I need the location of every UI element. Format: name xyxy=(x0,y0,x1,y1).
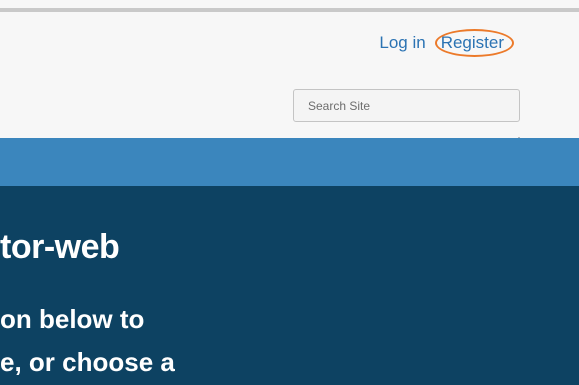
search-input[interactable] xyxy=(293,89,520,122)
hero-banner: tor-web on below to e, or choose a xyxy=(0,186,579,385)
hero-description: on below to e, or choose a xyxy=(0,298,175,384)
register-link[interactable]: Register xyxy=(434,29,514,57)
hero-title: tor-web xyxy=(0,228,120,266)
navigation-bar xyxy=(0,138,579,186)
auth-links: Log in Register xyxy=(379,29,514,57)
page: Log in Register tor-web on below to e, o… xyxy=(0,0,579,385)
login-link[interactable]: Log in xyxy=(379,33,425,53)
hero-description-line-2: e, or choose a xyxy=(0,347,175,377)
site-header: Log in Register xyxy=(0,12,579,138)
hero-description-line-1: on below to xyxy=(0,304,145,334)
register-label: Register xyxy=(440,33,504,52)
